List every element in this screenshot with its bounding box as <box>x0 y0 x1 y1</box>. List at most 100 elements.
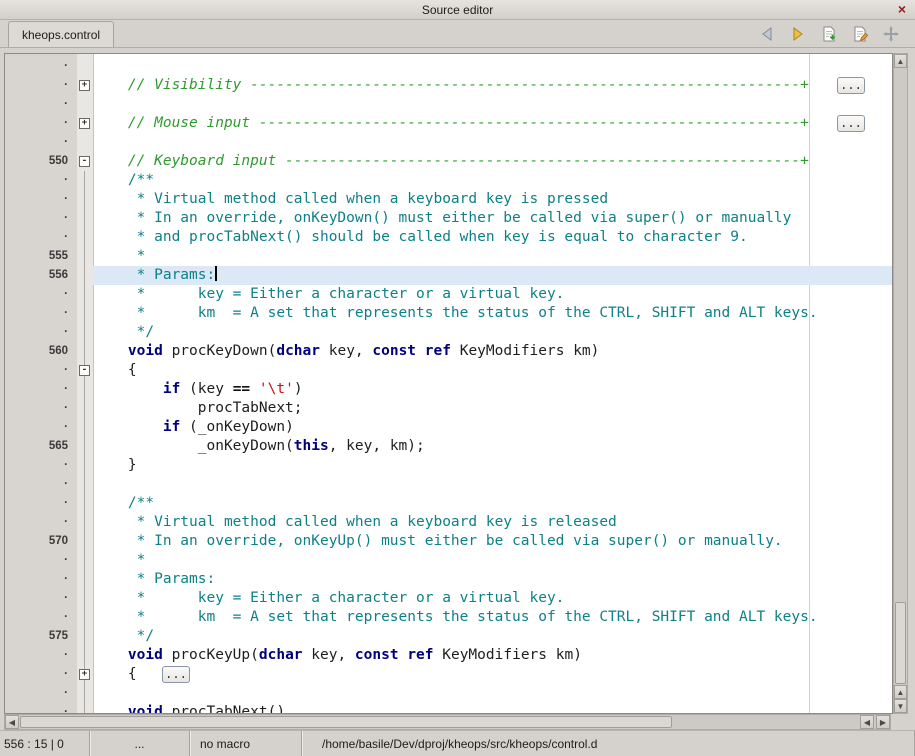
code-text[interactable]: /** <box>93 171 892 190</box>
code-line[interactable]: 555 * <box>5 247 892 266</box>
code-text[interactable]: void procKeyDown(dchar key, const ref Ke… <box>93 342 892 361</box>
code-line[interactable]: · <box>5 57 892 76</box>
editor[interactable]: ··+ // Visibility ----------------------… <box>4 53 893 714</box>
code-text[interactable] <box>93 475 892 494</box>
code-text[interactable]: * In an override, onKeyDown() must eithe… <box>93 209 892 228</box>
code-line[interactable]: · * and procTabNext() should be called w… <box>5 228 892 247</box>
code-line[interactable]: · * km = A set that represents the statu… <box>5 304 892 323</box>
code-text[interactable]: * and procTabNext() should be called whe… <box>93 228 892 247</box>
code-text[interactable]: * In an override, onKeyUp() must either … <box>93 532 892 551</box>
code-line[interactable]: ·+ // Mouse input ----------------------… <box>5 114 892 133</box>
horizontal-scrollbar[interactable]: ◀ ◀ ▶ <box>4 714 891 730</box>
code-text[interactable]: { <box>93 361 892 380</box>
fold-margin-cell: + <box>77 665 93 684</box>
code-line[interactable]: · */ <box>5 323 892 342</box>
code-line[interactable]: 565 _onKeyDown(this, key, km); <box>5 437 892 456</box>
code-line[interactable]: · if (key == '\t') <box>5 380 892 399</box>
line-number: · <box>5 608 77 627</box>
code-line[interactable]: · <box>5 475 892 494</box>
scroll-left-button-2[interactable]: ◀ <box>860 715 874 729</box>
fold-toggle-icon[interactable]: - <box>79 365 90 376</box>
line-number: · <box>5 209 77 228</box>
code-line[interactable]: 550- // Keyboard input -----------------… <box>5 152 892 171</box>
code-text[interactable] <box>93 95 892 114</box>
scroll-up-button[interactable]: ▲ <box>894 54 907 68</box>
code-line[interactable]: · <box>5 133 892 152</box>
code-line[interactable]: · /** <box>5 171 892 190</box>
close-button[interactable]: × <box>894 1 910 17</box>
fold-ellipsis-box[interactable]: ... <box>837 115 865 132</box>
scroll-right-button[interactable]: ▶ <box>876 715 890 729</box>
code-text[interactable]: * key = Either a character or a virtual … <box>93 285 892 304</box>
code-line[interactable]: · if (_onKeyDown) <box>5 418 892 437</box>
vertical-scroll-thumb[interactable] <box>895 602 906 684</box>
code-line[interactable]: · * Virtual method called when a keyboar… <box>5 190 892 209</box>
code-text[interactable]: _onKeyDown(this, key, km); <box>93 437 892 456</box>
code-text[interactable]: // Keyboard input ----------------------… <box>93 152 892 171</box>
fold-toggle-icon[interactable]: + <box>79 80 90 91</box>
code-text[interactable]: */ <box>93 627 892 646</box>
tab-kheops-control[interactable]: kheops.control <box>8 21 114 47</box>
back-button[interactable] <box>757 24 777 44</box>
code-text[interactable]: */ <box>93 323 892 342</box>
code-text[interactable]: /** <box>93 494 892 513</box>
code-line[interactable]: 570 * In an override, onKeyUp() must eit… <box>5 532 892 551</box>
horizontal-scroll-thumb[interactable] <box>20 716 672 728</box>
code-line[interactable]: · * km = A set that represents the statu… <box>5 608 892 627</box>
fold-toggle-icon[interactable]: + <box>79 118 90 129</box>
code-line[interactable]: · void procTabNext() <box>5 703 892 714</box>
code-text[interactable]: void procKeyUp(dchar key, const ref KeyM… <box>93 646 892 665</box>
fold-margin-cell <box>77 437 93 456</box>
code-line[interactable]: 556 * Params: <box>5 266 892 285</box>
forward-button[interactable] <box>788 24 808 44</box>
code-line[interactable]: 560 void procKeyDown(dchar key, const re… <box>5 342 892 361</box>
code-text[interactable]: * Params: <box>93 570 892 589</box>
code-text[interactable]: * <box>93 551 892 570</box>
code-text[interactable]: {... <box>93 665 892 684</box>
code-line[interactable]: · procTabNext; <box>5 399 892 418</box>
code-text[interactable]: * Virtual method called when a keyboard … <box>93 513 892 532</box>
code-text[interactable]: // Visibility --------------------------… <box>93 76 892 95</box>
code-line[interactable]: ·+ {... <box>5 665 892 684</box>
code-line[interactable]: · * <box>5 551 892 570</box>
code-line[interactable]: · <box>5 684 892 703</box>
code-text[interactable]: } <box>93 456 892 475</box>
code-line[interactable]: · * Virtual method called when a keyboar… <box>5 513 892 532</box>
code-text[interactable]: * <box>93 247 892 266</box>
code-text[interactable]: * km = A set that represents the status … <box>93 304 892 323</box>
detach-button[interactable] <box>881 24 901 44</box>
scroll-left-button[interactable]: ◀ <box>5 715 19 729</box>
scroll-up-button-2[interactable]: ▲ <box>894 685 907 699</box>
code-text[interactable] <box>93 57 892 76</box>
code-line[interactable]: · /** <box>5 494 892 513</box>
code-line[interactable]: · * In an override, onKeyDown() must eit… <box>5 209 892 228</box>
code-text[interactable]: procTabNext; <box>93 399 892 418</box>
code-line[interactable]: · void procKeyUp(dchar key, const ref Ke… <box>5 646 892 665</box>
code-text[interactable]: void procTabNext() <box>93 703 892 714</box>
code-line[interactable]: · } <box>5 456 892 475</box>
code-line[interactable]: · * Params: <box>5 570 892 589</box>
code-line[interactable]: · * key = Either a character or a virtua… <box>5 285 892 304</box>
code-line[interactable]: 575 */ <box>5 627 892 646</box>
code-line[interactable]: ·+ // Visibility -----------------------… <box>5 76 892 95</box>
save-as-button[interactable] <box>850 24 870 44</box>
code-text[interactable]: * key = Either a character or a virtual … <box>93 589 892 608</box>
code-text[interactable] <box>93 684 892 703</box>
code-text[interactable]: if (key == '\t') <box>93 380 892 399</box>
code-text[interactable]: * km = A set that represents the status … <box>93 608 892 627</box>
vertical-scrollbar[interactable]: ▲ ▲ ▼ <box>893 53 908 714</box>
scroll-down-button[interactable]: ▼ <box>894 699 907 713</box>
code-text[interactable] <box>93 133 892 152</box>
code-line[interactable]: · * key = Either a character or a virtua… <box>5 589 892 608</box>
fold-toggle-icon[interactable]: - <box>79 156 90 167</box>
fold-toggle-icon[interactable]: + <box>79 669 90 680</box>
code-text[interactable]: * Virtual method called when a keyboard … <box>93 190 892 209</box>
fold-ellipsis-box[interactable]: ... <box>837 77 865 94</box>
save-button[interactable] <box>819 24 839 44</box>
code-line[interactable]: ·- { <box>5 361 892 380</box>
code-text[interactable]: * Params: <box>93 266 892 285</box>
code-text[interactable]: // Mouse input -------------------------… <box>93 114 892 133</box>
code-line[interactable]: · <box>5 95 892 114</box>
fold-ellipsis-box[interactable]: ... <box>162 666 190 683</box>
code-text[interactable]: if (_onKeyDown) <box>93 418 892 437</box>
